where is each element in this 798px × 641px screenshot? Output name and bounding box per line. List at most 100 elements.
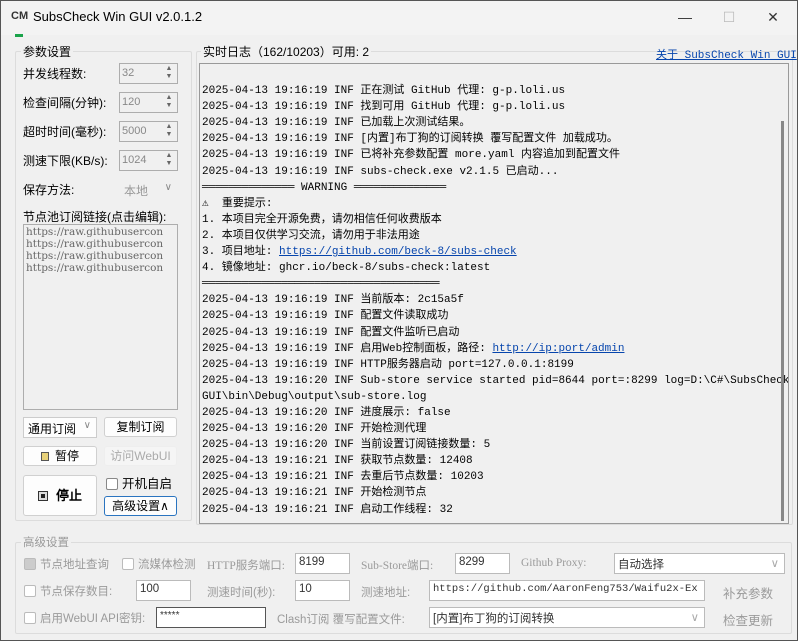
log-line: 2025-04-13 19:16:20 INF Sub-store servic… — [202, 374, 789, 387]
divider-bar: ════════════════════════════════════ — [202, 278, 440, 291]
threads-stepper[interactable]: 32 ▲ ▼ — [119, 63, 178, 84]
log-line: 2025-04-13 19:16:19 INF [内置]布丁狗的订阅转换 覆写配… — [202, 133, 618, 146]
pause-label: 暂停 — [54, 449, 79, 463]
node-addr-query-checkbox[interactable]: 节点地址查询 — [24, 556, 109, 572]
speed-min-label: 测速下限(KB/s): — [23, 154, 108, 168]
log-line: 2025-04-13 19:16:21 INF 开始检测节点 — [202, 487, 427, 500]
log-line: 2025-04-13 19:16:19 INF 配置文件读取成功 — [202, 310, 449, 323]
speed-time-value: 10 — [299, 583, 312, 595]
chevron-down-icon: ∨ — [164, 182, 172, 193]
log-line: 2025-04-13 19:16:21 INF 去重后节点数量: 10203 — [202, 471, 484, 484]
threads-value: 32 — [122, 67, 135, 79]
status-indicator — [15, 34, 23, 37]
sub-link: https://raw.githubusercon — [26, 226, 164, 238]
substore-port-label: Sub-Store端口: — [361, 560, 434, 572]
sub-link: https://raw.githubusercon — [26, 238, 164, 250]
substore-port-value: 8299 — [459, 556, 485, 568]
notice-label: 3. 项目地址: — [202, 246, 280, 259]
log-line: 2025-04-13 19:16:19 INF subs-check.exe v… — [202, 165, 559, 178]
speed-time-stepper[interactable]: 10 — [295, 580, 350, 601]
speed-url-label: 测速地址: — [361, 587, 411, 599]
chevron-down-icon: ∨ — [690, 612, 699, 624]
log-line: 2025-04-13 19:16:21 INF 启动工作线程: 32 — [202, 503, 453, 516]
save-method-select[interactable]: 本地 ∨ — [119, 179, 178, 200]
stop-button[interactable]: 停止 — [23, 475, 97, 516]
check-update-button[interactable]: 检查更新 — [723, 610, 773, 629]
save-method-value: 本地 — [124, 184, 149, 198]
node-addr-query-label: 节点地址查询 — [40, 559, 109, 571]
http-port-stepper[interactable]: 8199 — [295, 553, 350, 574]
log-title: 实时日志（162/10203）可用: 2 — [201, 43, 372, 60]
log-line: 2025-04-13 19:16:19 INF 已将补充参数配置 more.ya… — [202, 149, 621, 162]
checkbox-icon — [106, 478, 118, 490]
log-output[interactable]: 2025-04-13 19:16:19 INF 正在测试 GitHub 代理: … — [199, 63, 789, 524]
log-line: 2025-04-13 19:16:19 INF 已加载上次测试结果。 — [202, 117, 471, 130]
close-button[interactable]: ✕ — [751, 5, 795, 29]
app-logo: CM — [11, 10, 29, 22]
pause-button[interactable]: 暂停 — [23, 446, 97, 466]
spinner-arrows-icon[interactable]: ▲ ▼ — [162, 94, 176, 111]
stream-check-label: 流媒体检测 — [138, 559, 196, 571]
spinner-arrows-icon[interactable]: ▲ ▼ — [162, 123, 176, 140]
log-line: 2025-04-13 19:16:20 INF 进度展示: false — [202, 406, 451, 419]
speed-url-select[interactable]: https://github.com/AaronFeng753/Waifu2x-… — [429, 580, 705, 601]
notice-line: 4. 镜像地址: ghcr.io/beck-8/subs-check:lates… — [202, 262, 491, 275]
log-line: GUI\bin\Debug\output\sub-store.log — [202, 390, 427, 403]
speed-time-label: 测速时间(秒): — [207, 587, 276, 599]
sub-link: https://raw.githubusercon — [26, 250, 164, 262]
chevron-down-icon: ∨ — [770, 558, 779, 570]
maximize-button[interactable]: ☐ — [707, 5, 751, 29]
node-save-count-stepper[interactable]: 100 — [136, 580, 191, 601]
http-port-label: HTTP服务端口: — [207, 560, 285, 572]
node-save-count-checkbox[interactable]: 节点保存数目: — [24, 583, 112, 599]
sub-links-textarea[interactable]: https://raw.githubusercon https://raw.gi… — [23, 224, 178, 410]
clash-override-label: Clash订阅 覆写配置文件: — [277, 614, 405, 626]
extra-params-button[interactable]: 补充参数 — [723, 583, 773, 602]
speed-min-stepper[interactable]: 1024 ▲ ▼ — [119, 150, 178, 171]
sub-type-select[interactable]: 通用订阅 ∨ — [23, 417, 97, 438]
visit-webui-button[interactable]: 访问WebUI — [104, 446, 177, 466]
save-method-label: 保存方法: — [23, 183, 75, 197]
substore-port-stepper[interactable]: 8299 — [455, 553, 510, 574]
notice-title: ⚠ 重要提示: — [202, 197, 273, 210]
admin-link[interactable]: http://ip:port/admin — [492, 343, 624, 355]
log-text: 2025-04-13 19:16:19 INF 启用Web控制面板，路径: — [202, 342, 493, 355]
checkbox-icon — [24, 612, 36, 624]
timeout-value: 5000 — [122, 125, 147, 137]
log-line: 2025-04-13 19:16:20 INF 当前设置订阅链接数量: 5 — [202, 439, 491, 452]
minimize-button[interactable]: — — [663, 5, 707, 29]
timeout-label: 超时时间(毫秒): — [23, 125, 107, 139]
webui-key-value: ***** — [160, 610, 180, 621]
project-link[interactable]: https://github.com/beck-8/subs-check — [279, 246, 517, 258]
copy-sub-button[interactable]: 复制订阅 — [104, 417, 177, 437]
github-proxy-label: Github Proxy: — [521, 557, 587, 569]
log-line: 2025-04-13 19:16:21 INF 获取节点数量: 12408 — [202, 455, 473, 468]
checkbox-checked-icon — [24, 558, 36, 570]
notice-line: 2. 本项目仅供学习交流，请勿用于非法用途 — [202, 229, 420, 242]
autostart-checkbox[interactable]: 开机自启 — [106, 473, 172, 492]
checkbox-icon — [122, 558, 134, 570]
about-link[interactable]: 关于 SubsCheck Win GUI — [656, 46, 797, 62]
notice-line: 1. 本项目完全开源免费，请勿相信任何收费版本 — [202, 213, 442, 226]
sub-type-value: 通用订阅 — [28, 422, 77, 436]
clash-override-select[interactable]: [内置]布丁狗的订阅转换 ∨ — [429, 607, 705, 628]
log-line: 2025-04-13 19:16:19 INF 配置文件监听已启动 — [202, 326, 460, 339]
checkbox-icon — [24, 585, 36, 597]
stop-icon — [37, 491, 48, 501]
webui-key-input[interactable]: ***** — [156, 607, 266, 628]
github-proxy-select[interactable]: 自动选择 ∨ — [614, 553, 785, 574]
timeout-stepper[interactable]: 5000 ▲ ▼ — [119, 121, 178, 142]
stop-label: 停止 — [55, 488, 82, 503]
spinner-arrows-icon[interactable]: ▲ ▼ — [162, 65, 176, 82]
notice-line: 3. 项目地址: https://github.com/beck-8/subs-… — [202, 244, 786, 260]
interval-label: 检查间隔(分钟): — [23, 96, 107, 110]
advanced-toggle-button[interactable]: 高级设置∧ — [104, 496, 177, 516]
spinner-arrows-icon[interactable]: ▲ ▼ — [162, 152, 176, 169]
webui-key-checkbox[interactable]: 启用WebUI API密钥: — [24, 610, 145, 626]
log-line: 2025-04-13 19:16:19 INF HTTP服务器启动 port=1… — [202, 358, 574, 371]
speed-url-value: https://github.com/AaronFeng753/Waifu2x-… — [433, 583, 698, 595]
node-save-count-label: 节点保存数目: — [40, 586, 113, 598]
log-scrollbar[interactable] — [781, 121, 784, 521]
interval-stepper[interactable]: 120 ▲ ▼ — [119, 92, 178, 113]
stream-check-checkbox[interactable]: 流媒体检测 — [122, 556, 196, 572]
